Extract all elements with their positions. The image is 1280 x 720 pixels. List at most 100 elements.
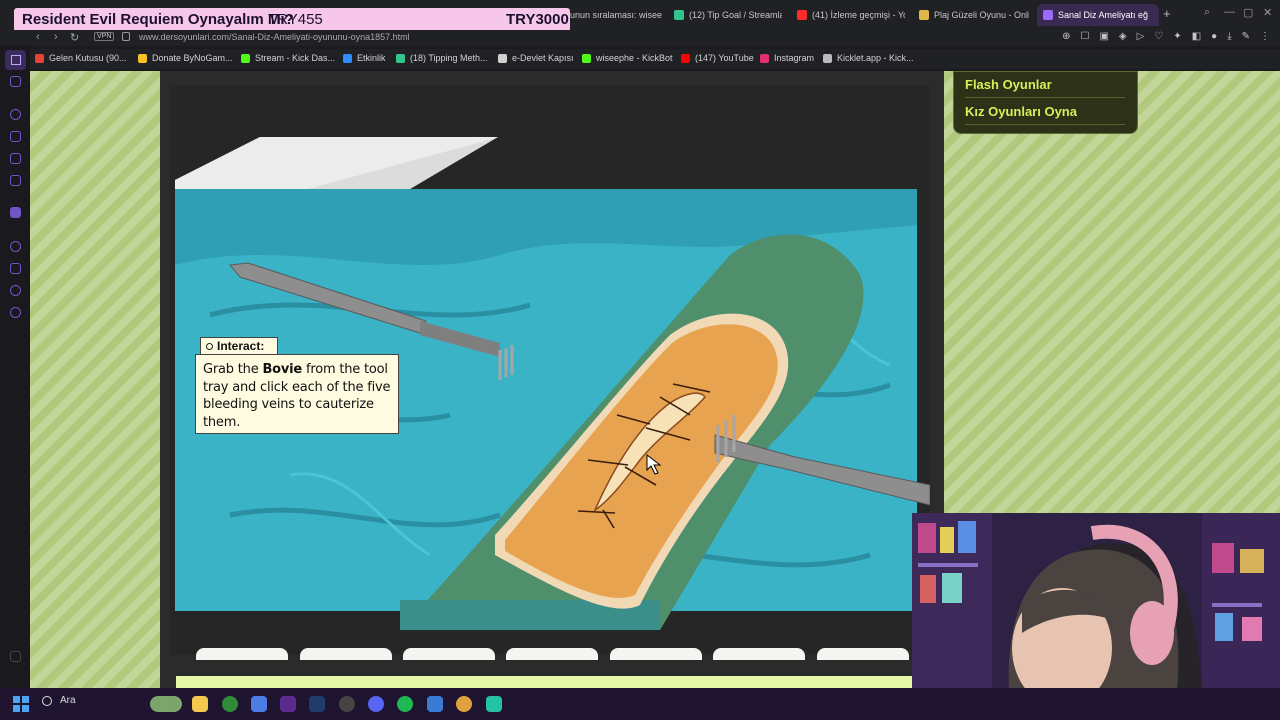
maximize-icon[interactable]: ▢ [1243, 6, 1253, 19]
browser-sidebar [0, 46, 30, 688]
widget-icon[interactable] [150, 696, 182, 712]
history-icon[interactable] [10, 109, 21, 120]
copilot-icon[interactable] [251, 696, 267, 712]
divider [965, 124, 1125, 125]
minimize-icon[interactable]: — [1224, 6, 1235, 18]
current-amount: TRY455 [268, 11, 323, 28]
kicklet-icon [823, 53, 832, 63]
play-icon[interactable]: ▷ [1137, 31, 1145, 42]
notes-icon[interactable] [10, 175, 21, 186]
lock-icon[interactable] [122, 32, 130, 41]
ai-icon[interactable]: ✎ [1242, 31, 1250, 42]
game-button[interactable] [403, 648, 495, 660]
bookmark-kicklet[interactable]: Kicklet.app - Kick... [823, 53, 914, 63]
vpn-badge[interactable]: VPN [94, 32, 115, 41]
game-button[interactable] [300, 648, 392, 660]
bookmark-icon[interactable]: ☐ [1081, 31, 1090, 42]
discord-icon[interactable] [368, 696, 384, 712]
game-button[interactable] [713, 648, 805, 660]
bookmarks-bar: Gelen Kutusu (90... Donate ByNoGam... St… [0, 49, 1280, 69]
xbox-icon[interactable] [222, 696, 238, 712]
spotify-icon[interactable] [397, 696, 413, 712]
zoom-icon[interactable]: ⊕ [1062, 31, 1070, 42]
tab-leaderboard[interactable]: unun sıralaması: wiseep [570, 6, 662, 24]
bookmark-kick-dashboard[interactable]: Stream - Kick Das... [241, 53, 335, 63]
sidebar-menu: Flash Oyunlar Kız Oyunları Oyna [953, 71, 1138, 134]
game-button[interactable] [610, 648, 702, 660]
bookmark-instagram[interactable]: Instagram [760, 53, 814, 63]
steam-icon[interactable] [309, 696, 325, 712]
extensions-icon[interactable]: ✦ [1173, 31, 1181, 42]
interact-label: Interact: [217, 339, 265, 353]
edevlet-icon [498, 53, 507, 63]
taskbar-search[interactable]: Ara [42, 695, 76, 706]
file-explorer-icon[interactable] [192, 696, 208, 712]
tab-youtube-history[interactable]: (41) İzleme geçmişi - Yo [797, 6, 905, 24]
game-button[interactable] [506, 648, 598, 660]
shield-icon[interactable]: ◈ [1119, 31, 1127, 42]
obs-icon[interactable] [339, 696, 355, 712]
stream-title: Resident Evil Requiem Oynayalım Mı? [22, 11, 294, 28]
sidebar-link-flash-oyunlar[interactable]: Flash Oyunlar [965, 77, 1052, 92]
kick-icon [241, 53, 250, 63]
streamlabs-icon [396, 53, 405, 63]
taskbar: Ara [0, 688, 1280, 720]
url-field[interactable]: www.dersoyunlari.com/Sanal-Diz-Ameliyati… [139, 32, 410, 42]
bookmark-gmail[interactable]: Gelen Kutusu (90... [35, 53, 127, 63]
new-tab-icon[interactable]: + [1163, 6, 1171, 21]
tasks-icon[interactable] [10, 263, 21, 274]
toolbar-icons: ⊕ ☐ ▣ ◈ ▷ ♡ ✦ ◧ ● ⤓ ✎ ⋮ [1062, 31, 1270, 42]
bullet-icon [206, 342, 213, 350]
more-icon[interactable] [10, 651, 21, 662]
streamlabs-icon [674, 10, 684, 20]
game-button[interactable] [196, 648, 288, 660]
download-icon[interactable]: ⤓ [1227, 31, 1231, 42]
snapshot-icon[interactable]: ▣ [1099, 31, 1108, 42]
back-icon[interactable]: ‹ [36, 31, 40, 43]
game-site-icon [919, 10, 929, 20]
search-tabs-icon[interactable]: ⌕ [1204, 6, 1210, 19]
profile-icon[interactable]: ● [1211, 31, 1217, 42]
tab-plaj-guzeli[interactable]: Plaj Güzeli Oyunu - Onlin [919, 6, 1029, 24]
wallet-icon[interactable] [10, 131, 21, 142]
tab-label: (41) İzleme geçmişi - Yo [812, 10, 905, 20]
tab-tip-goal[interactable]: (12) Tip Goal / Streamlab [674, 6, 782, 24]
bookmark-etkinlik[interactable]: Etkinlik [343, 53, 386, 63]
opera-icon[interactable] [280, 696, 296, 712]
menu-icon[interactable]: ⋮ [1260, 31, 1270, 42]
sidebar-link-kiz-oyunlari[interactable]: Kız Oyunları Oyna [965, 104, 1077, 119]
close-icon[interactable]: ✕ [1263, 6, 1272, 19]
app-icon[interactable] [427, 696, 443, 712]
home-icon[interactable] [5, 50, 26, 70]
tab-label: Plaj Güzeli Oyunu - Onlin [934, 10, 1029, 20]
goal-amount: TRY3000 [506, 11, 569, 28]
wallet-icon[interactable]: ◧ [1192, 31, 1201, 42]
windows-start-icon[interactable] [13, 696, 29, 712]
mail-icon[interactable] [10, 153, 21, 164]
bookmark-tipping[interactable]: (18) Tipping Meth... [396, 53, 488, 63]
heart-icon[interactable]: ♡ [1154, 31, 1163, 42]
divider [965, 97, 1125, 98]
donate-icon [138, 53, 147, 63]
settings-icon[interactable] [10, 307, 21, 318]
app-icon[interactable] [486, 696, 502, 712]
stream-goal-banner: Resident Evil Requiem Oynayalım Mı? TRY4… [14, 8, 570, 32]
instagram-icon [760, 53, 769, 63]
tab-label: Sanal Diz Ameliyatı eğ [1058, 10, 1149, 20]
search-icon [42, 695, 52, 706]
extensions-icon[interactable] [10, 285, 21, 296]
game-button[interactable] [817, 648, 909, 660]
forward-icon[interactable]: › [54, 31, 58, 43]
bookmark-edevlet[interactable]: e-Devlet Kapısı [498, 53, 574, 63]
bookmark-kickbot[interactable]: wiseephe - KickBot [582, 53, 673, 63]
bookmark-donate[interactable]: Donate ByNoGam... [138, 53, 233, 63]
bookmark-youtube[interactable]: (147) YouTube [681, 53, 754, 63]
tab-label: (12) Tip Goal / Streamlab [689, 10, 782, 20]
messenger-icon[interactable] [10, 76, 21, 87]
tab-sanal-diz-ameliyati[interactable]: Sanal Diz Ameliyatı eğ [1037, 4, 1159, 26]
reload-icon[interactable]: ↻ [70, 31, 79, 44]
twitch-icon[interactable] [10, 207, 21, 218]
gmail-icon [35, 53, 44, 63]
chrome-icon[interactable] [456, 696, 472, 712]
player-icon[interactable] [10, 241, 21, 252]
